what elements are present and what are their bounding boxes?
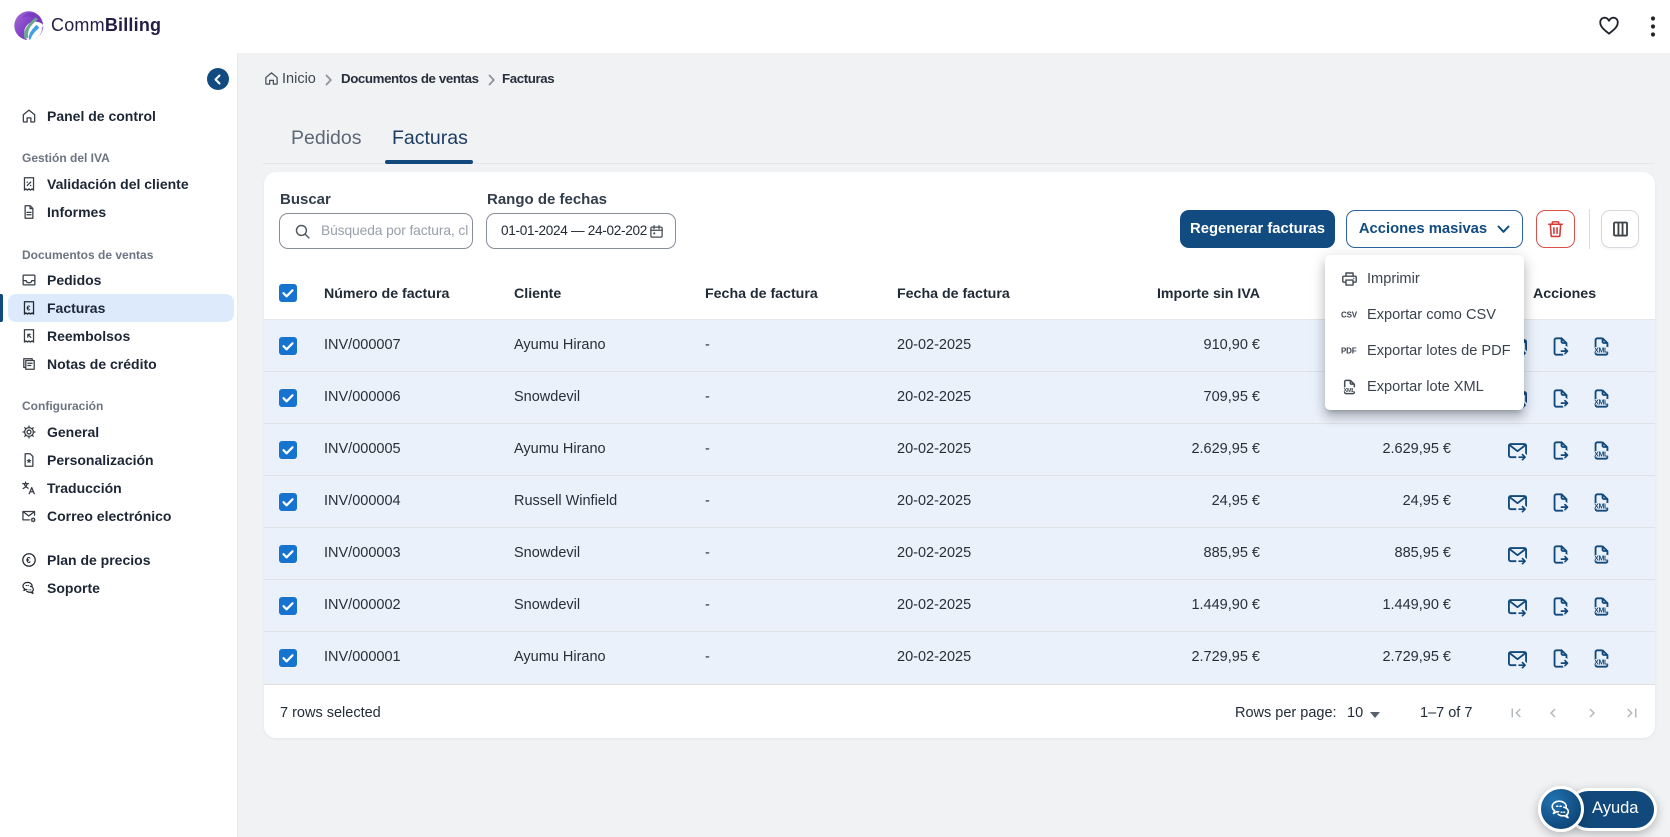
svg-text:€: € [27, 305, 31, 312]
svg-text:XML: XML [1594, 452, 1609, 459]
svg-text:XML: XML [1594, 348, 1609, 355]
svg-text:€: € [26, 555, 31, 565]
svg-text:XML: XML [1594, 660, 1609, 667]
svg-text:XML: XML [1594, 400, 1609, 407]
svg-text:XML: XML [1344, 388, 1356, 394]
svg-text:XML: XML [1594, 504, 1609, 511]
svg-text:XML: XML [1594, 556, 1609, 563]
svg-text:XML: XML [1594, 608, 1609, 615]
